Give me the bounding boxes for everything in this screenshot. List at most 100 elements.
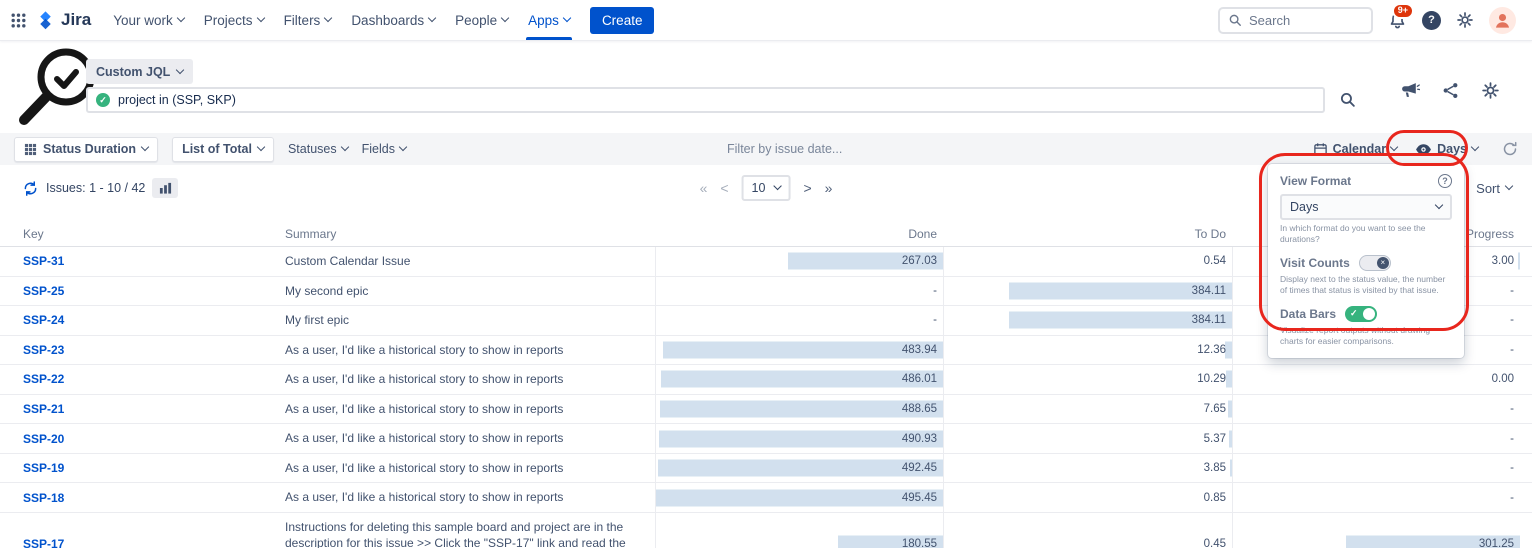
jql-query-input[interactable]: ✓ project in (SSP, SKP) <box>86 87 1325 113</box>
done-duration-cell: - <box>655 277 943 306</box>
format-select[interactable]: Days <box>1280 194 1452 220</box>
nav-item-apps[interactable]: Apps <box>518 0 580 40</box>
report-toolbar: Status Duration List of Total Statuses F… <box>0 133 1532 165</box>
issue-key-link[interactable]: SSP-22 <box>0 365 262 394</box>
done-duration-cell: 267.03 <box>655 247 943 276</box>
issue-key-link[interactable]: SSP-31 <box>0 247 262 276</box>
nav-item-people[interactable]: People <box>445 0 518 40</box>
duration-value: 0.45 <box>1204 538 1226 548</box>
help-button[interactable]: ? <box>1422 11 1441 30</box>
visit-counts-toggle[interactable]: × <box>1359 255 1391 271</box>
aggregation-button[interactable]: List of Total <box>172 137 274 162</box>
page-size-select[interactable]: 10 <box>742 175 791 201</box>
toggle-on-check-icon: ✓ <box>1350 308 1358 319</box>
issue-key-link[interactable]: SSP-21 <box>0 395 262 424</box>
sort-dropdown[interactable]: Sort <box>1476 181 1512 196</box>
jql-valid-icon: ✓ <box>96 93 110 107</box>
column-header-summary[interactable]: Summary <box>262 227 655 241</box>
nav-item-projects[interactable]: Projects <box>194 0 274 40</box>
chevron-down-icon <box>1390 143 1398 151</box>
statuses-label: Statuses <box>288 142 337 156</box>
nav-item-filters[interactable]: Filters <box>274 0 342 40</box>
statuses-dropdown[interactable]: Statuses <box>288 142 348 156</box>
calendar-dropdown[interactable]: Calendar <box>1313 142 1398 157</box>
settings-gear-icon[interactable] <box>1456 11 1474 29</box>
calendar-label: Calendar <box>1333 142 1387 156</box>
data-bars-toggle[interactable]: ✓ <box>1345 306 1377 322</box>
jql-search-submit-icon[interactable] <box>1339 91 1356 113</box>
view-format-dropdown[interactable]: Days <box>1415 142 1478 156</box>
done-duration-cell: - <box>655 306 943 335</box>
report-type-button[interactable]: Status Duration <box>14 137 158 162</box>
jql-mode-selector[interactable]: Custom JQL <box>86 59 193 84</box>
next-page-button[interactable]: > <box>803 181 811 195</box>
column-header-done[interactable]: Done <box>655 227 943 241</box>
inprogress-duration-cell: 301.25 <box>1232 513 1520 548</box>
share-icon[interactable] <box>1442 82 1459 104</box>
issue-key-link[interactable]: SSP-23 <box>0 336 262 365</box>
view-format-label: Days <box>1437 142 1467 156</box>
last-page-button[interactable]: » <box>825 181 833 195</box>
todo-duration-cell: 0.45 <box>943 513 1232 548</box>
notifications-button[interactable]: 9+ <box>1388 11 1407 30</box>
issue-summary: As a user, I'd like a historical story t… <box>262 454 655 483</box>
query-header: Custom JQL ✓ project in (SSP, SKP) <box>0 41 1532 133</box>
table-row: SSP-18As a user, I'd like a historical s… <box>0 483 1532 513</box>
todo-duration-cell: 10.29 <box>943 365 1232 394</box>
nav-item-label: Apps <box>528 13 559 28</box>
duration-value: 7.65 <box>1204 403 1226 415</box>
column-header-todo[interactable]: To Do <box>943 227 1232 241</box>
topnav-right-group: Search 9+ ? <box>1218 7 1516 34</box>
issue-key-link[interactable]: SSP-19 <box>0 454 262 483</box>
jira-logo-icon <box>35 10 56 31</box>
chart-view-button[interactable] <box>152 178 178 198</box>
duration-value: - <box>1510 285 1514 297</box>
create-button[interactable]: Create <box>590 7 655 34</box>
nav-item-your-work[interactable]: Your work <box>103 0 194 40</box>
issue-key-link[interactable]: SSP-24 <box>0 306 262 335</box>
toggle-off-icon: × <box>1377 257 1389 269</box>
duration-value: 5.37 <box>1204 433 1226 445</box>
report-settings-gear-icon[interactable] <box>1481 81 1500 105</box>
inprogress-duration-cell: 0.00 <box>1232 365 1520 394</box>
visit-counts-help-text: Display next to the status value, the nu… <box>1280 274 1452 296</box>
jira-logo[interactable]: Jira <box>35 10 91 31</box>
chevron-down-icon <box>340 143 348 151</box>
chevron-down-icon <box>399 143 407 151</box>
reset-sync-icon[interactable] <box>1502 141 1518 157</box>
done-duration-cell: 483.94 <box>655 336 943 365</box>
bar-chart-icon <box>159 182 172 194</box>
issue-key-link[interactable]: SSP-25 <box>0 277 262 306</box>
table-row: SSP-19As a user, I'd like a historical s… <box>0 454 1532 484</box>
data-bar <box>661 371 943 388</box>
notification-badge: 9+ <box>1392 3 1414 19</box>
top-navigation-bar: Jira Your workProjectsFiltersDashboardsP… <box>0 0 1532 41</box>
column-header-key[interactable]: Key <box>0 227 262 241</box>
fields-label: Fields <box>362 142 395 156</box>
jql-mode-label: Custom JQL <box>96 65 170 79</box>
chevron-down-icon <box>1471 143 1479 151</box>
user-avatar[interactable] <box>1489 7 1516 34</box>
data-bar <box>656 489 943 506</box>
panel-help-icon[interactable]: ? <box>1438 174 1452 188</box>
global-search-input[interactable]: Search <box>1218 7 1373 34</box>
app-switcher-icon[interactable] <box>10 12 27 29</box>
issue-key-link[interactable]: SSP-17 <box>0 513 262 548</box>
feedback-megaphone-icon[interactable] <box>1400 82 1420 104</box>
issue-key-link[interactable]: SSP-18 <box>0 483 262 512</box>
visit-counts-label: Visit Counts <box>1280 256 1350 270</box>
done-duration-cell: 486.01 <box>655 365 943 394</box>
issue-summary: My second epic <box>262 277 655 306</box>
refresh-icon[interactable] <box>23 181 38 196</box>
data-bar <box>659 430 943 447</box>
date-filter-input[interactable]: Filter by issue date... <box>727 142 842 156</box>
duration-value: 492.45 <box>902 462 937 474</box>
prev-page-button[interactable]: < <box>720 181 728 195</box>
duration-value: 384.11 <box>1192 314 1226 326</box>
duration-value: - <box>933 314 937 326</box>
issue-key-link[interactable]: SSP-20 <box>0 424 262 453</box>
nav-item-dashboards[interactable]: Dashboards <box>341 0 445 40</box>
fields-dropdown[interactable]: Fields <box>362 142 406 156</box>
first-page-button[interactable]: « <box>700 181 708 195</box>
done-duration-cell: 488.65 <box>655 395 943 424</box>
